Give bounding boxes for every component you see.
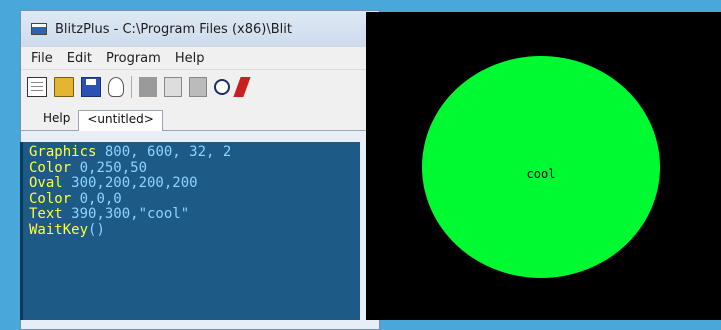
code-line: Oval 300,200,200,200: [29, 175, 354, 192]
canvas-text: cool: [527, 167, 556, 181]
window-title: BlitzPlus - C:\Program Files (x86)\Blit: [55, 21, 292, 37]
title-bar[interactable]: BlitzPlus - C:\Program Files (x86)\Blit: [21, 11, 379, 47]
code-keyword: Text: [29, 206, 63, 222]
code-line: Color 0,0,0: [29, 190, 354, 208]
code-keyword: Graphics: [29, 144, 97, 160]
lightbulb-icon[interactable]: [108, 77, 124, 97]
graphics-output-window: cool: [366, 12, 721, 320]
tab-untitled[interactable]: <untitled>: [78, 110, 163, 131]
code-arguments: 0,250,50: [71, 159, 148, 176]
code-editor[interactable]: Graphics 800, 600, 32, 2 Color 0,250,50 Ov…: [20, 142, 360, 320]
code-keyword: WaitKey: [29, 221, 89, 238]
menu-edit[interactable]: Edit: [67, 51, 92, 66]
menu-program[interactable]: Program: [106, 51, 161, 66]
menu-file[interactable]: File: [31, 51, 53, 66]
paste-icon[interactable]: [189, 77, 207, 97]
run-icon[interactable]: [233, 77, 251, 97]
code-arguments: 800, 600, 32, 2: [96, 144, 232, 160]
save-icon[interactable]: [81, 77, 101, 97]
code-keyword: Oval: [29, 175, 63, 191]
code-line: Color 0,250,50: [29, 159, 354, 177]
app-icon: [31, 23, 47, 35]
menu-bar: File Edit Program Help: [21, 47, 379, 69]
tab-help[interactable]: Help: [35, 108, 78, 130]
open-folder-icon[interactable]: [54, 77, 74, 97]
code-line: WaitKey(): [29, 221, 354, 239]
find-icon[interactable]: [214, 79, 230, 95]
code-keyword: Color: [29, 159, 72, 176]
code-arguments: 0,0,0: [71, 190, 122, 207]
code-arguments: 300,200,200,200: [62, 175, 198, 191]
graphics-canvas: cool: [366, 12, 721, 320]
cut-icon[interactable]: [139, 77, 157, 97]
menu-help[interactable]: Help: [175, 51, 205, 66]
copy-icon[interactable]: [164, 77, 182, 97]
code-line: Text 390,300,"cool": [29, 206, 354, 223]
toolbar: [21, 69, 379, 104]
code-line: Graphics 800, 600, 32, 2: [29, 144, 354, 161]
code-arguments: (): [88, 221, 105, 238]
tab-strip: Help <untitled>: [21, 104, 379, 131]
toolbar-separator: [131, 76, 132, 98]
new-file-icon[interactable]: [27, 77, 47, 97]
code-arguments: 390,300,"cool": [62, 206, 190, 222]
code-keyword: Color: [29, 190, 72, 207]
